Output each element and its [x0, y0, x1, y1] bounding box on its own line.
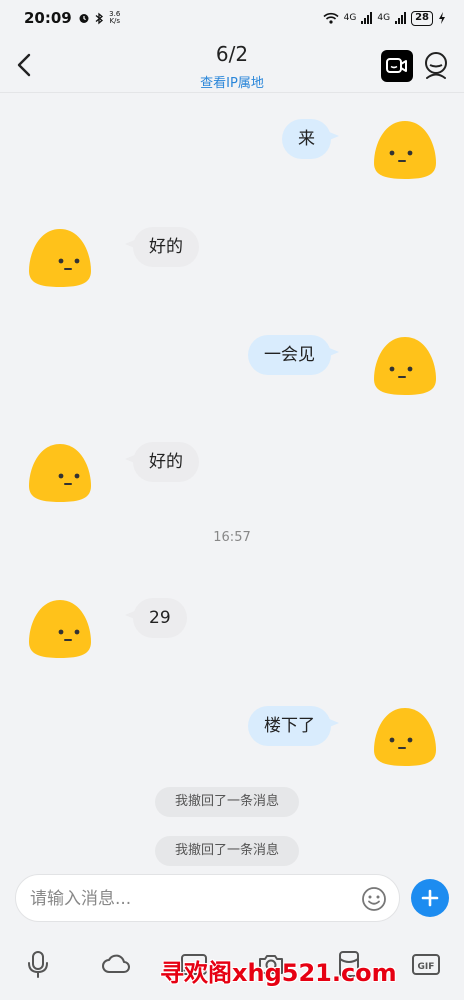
chat-header: 6/2 查看IP属地: [0, 36, 464, 93]
message-bubble-outgoing[interactable]: 楼下了: [248, 706, 339, 746]
status-time: 20:09: [24, 9, 72, 27]
plus-icon: [421, 889, 439, 907]
message-bubble-outgoing[interactable]: 来: [282, 119, 339, 159]
cloud-icon[interactable]: [100, 948, 132, 980]
battery-indicator: 28: [411, 10, 433, 26]
message-bubble-outgoing[interactable]: 一会见: [248, 335, 339, 375]
net-speed-unit: K/s: [109, 17, 121, 25]
message-composer: [15, 874, 400, 922]
charging-icon: [439, 12, 445, 24]
status-bar: 20:09 3.6 K/s 4G 4G 28: [0, 0, 464, 36]
contact-avatar[interactable]: [27, 442, 93, 504]
message-bubble-incoming[interactable]: 好的: [125, 227, 199, 267]
microphone-icon[interactable]: [22, 948, 54, 980]
recall-notice: 我撤回了一条消息: [155, 787, 300, 817]
network-type-2: 4G: [377, 13, 391, 23]
chat-screen: 20:09 3.6 K/s 4G 4G 28 6/2 查看IP属地 来 好的 一…: [0, 0, 464, 1000]
bluetooth-icon: [95, 12, 103, 24]
signal-icon: [395, 12, 407, 24]
watermark: 寻欢阁xhg521.com: [160, 959, 397, 987]
video-call-button[interactable]: [381, 50, 413, 82]
profile-icon[interactable]: [421, 50, 451, 82]
svg-text:GIF: GIF: [418, 962, 435, 972]
my-avatar[interactable]: [372, 119, 438, 181]
message-bubble-incoming[interactable]: 好的: [125, 442, 199, 482]
recall-notice: 我撤回了一条消息: [155, 836, 300, 866]
add-button[interactable]: [411, 879, 449, 917]
emoji-icon[interactable]: [361, 886, 387, 912]
my-avatar[interactable]: [372, 335, 438, 397]
network-type-1: 4G: [343, 13, 357, 23]
video-call-icon: [386, 58, 407, 73]
gif-icon[interactable]: GIF: [410, 948, 442, 980]
message-input[interactable]: [30, 884, 350, 914]
my-avatar[interactable]: [372, 706, 438, 768]
contact-avatar[interactable]: [27, 598, 93, 660]
signal-icon: [361, 12, 373, 24]
message-timestamp: 16:57: [213, 530, 251, 545]
message-bubble-incoming[interactable]: 29: [125, 598, 187, 638]
contact-avatar[interactable]: [27, 227, 93, 289]
wifi-icon: [323, 12, 339, 24]
alarm-icon: [79, 14, 89, 23]
